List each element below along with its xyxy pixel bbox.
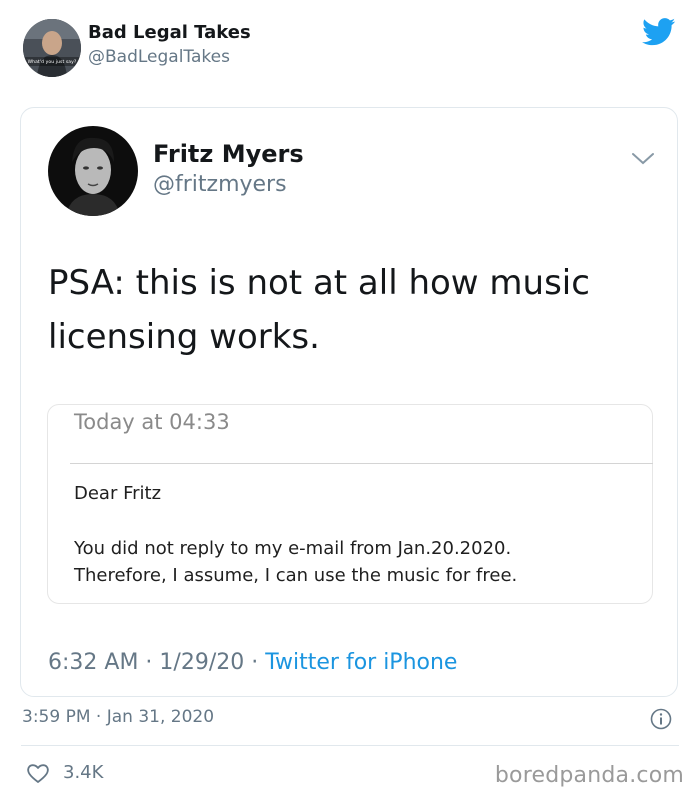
outer-author-handle[interactable]: @BadLegalTakes xyxy=(88,47,230,67)
avatar-caption: What'd you just say? xyxy=(27,60,77,65)
quoted-tweet-time[interactable]: 6:32 AM xyxy=(48,650,138,675)
email-divider xyxy=(70,463,653,464)
quoted-tweet-source[interactable]: Twitter for iPhone xyxy=(265,650,457,675)
chevron-down-icon[interactable] xyxy=(629,150,657,168)
quoted-author-avatar[interactable] xyxy=(48,126,138,216)
meta-separator-2: · xyxy=(244,650,266,675)
info-icon[interactable] xyxy=(650,708,672,730)
email-body-line-2: Therefore, I assume, I can use the music… xyxy=(74,565,518,586)
email-body: You did not reply to my e-mail from Jan.… xyxy=(74,535,644,589)
outer-author-avatar[interactable]: What'd you just say? xyxy=(23,19,81,77)
heart-icon[interactable] xyxy=(26,762,50,784)
email-time: Today at 04:33 xyxy=(74,410,230,434)
like-count: 3.4K xyxy=(63,762,104,783)
watermark: boredpanda.com xyxy=(494,763,684,788)
email-greeting: Dear Fritz xyxy=(74,483,162,504)
outer-tweet-timestamp[interactable]: 3:59 PM · Jan 31, 2020 xyxy=(22,707,214,727)
meta-separator-1: · xyxy=(138,650,160,675)
quoted-avatar-image xyxy=(48,126,138,216)
quoted-tweet-text: PSA: this is not at all how music licens… xyxy=(48,263,590,357)
quoted-tweet-meta: 6:32 AM · 1/29/20 · Twitter for iPhone xyxy=(48,650,457,675)
quoted-tweet-date[interactable]: 1/29/20 xyxy=(159,650,244,675)
quoted-author-name[interactable]: Fritz Myers xyxy=(153,140,304,168)
outer-author-name[interactable]: Bad Legal Takes xyxy=(88,22,251,43)
quoted-author-handle[interactable]: @fritzmyers xyxy=(153,172,287,197)
outer-avatar-image xyxy=(23,19,81,77)
email-body-line-1: You did not reply to my e-mail from Jan.… xyxy=(74,538,512,559)
twitter-bird-icon[interactable] xyxy=(642,18,676,46)
footer-divider xyxy=(21,745,679,746)
